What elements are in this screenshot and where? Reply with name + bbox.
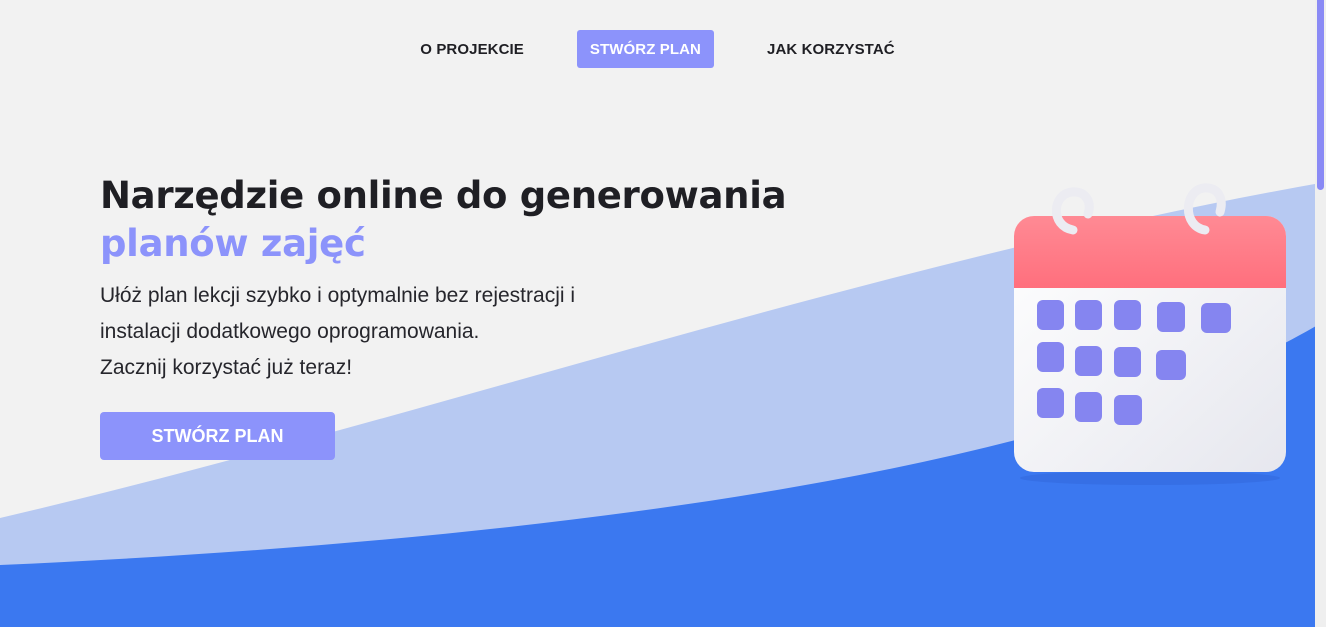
hero-section: Narzędzie online do generowania planów z… [100, 172, 800, 386]
scrollbar[interactable] [1315, 0, 1326, 627]
hero-description: Ułóż plan lekcji szybko i optymalnie bez… [100, 278, 800, 386]
top-navigation: O PROJEKCIE STWÓRZ PLAN JAK KORZYSTAĆ [0, 30, 1315, 68]
nav-create-plan[interactable]: STWÓRZ PLAN [576, 30, 714, 68]
nav-about-project[interactable]: O PROJEKCIE [407, 30, 537, 68]
calendar-icon [1014, 183, 1286, 485]
create-plan-button[interactable]: STWÓRZ PLAN [100, 412, 335, 460]
nav-how-to-use[interactable]: JAK KORZYSTAĆ [754, 30, 908, 68]
scrollbar-thumb[interactable] [1317, 0, 1324, 190]
hero-title: Narzędzie online do generowania planów z… [100, 172, 800, 268]
hero-description-line3: Zacznij korzystać już teraz! [100, 356, 353, 379]
hero-title-accent: planów zajęć [100, 222, 366, 265]
hero-description-line2: instalacji dodatkowego oprogramowania. [100, 320, 480, 343]
hero-title-line1: Narzędzie online do generowania [100, 174, 787, 217]
hero-description-line1: Ułóż plan lekcji szybko i optymalnie bez… [100, 284, 576, 307]
